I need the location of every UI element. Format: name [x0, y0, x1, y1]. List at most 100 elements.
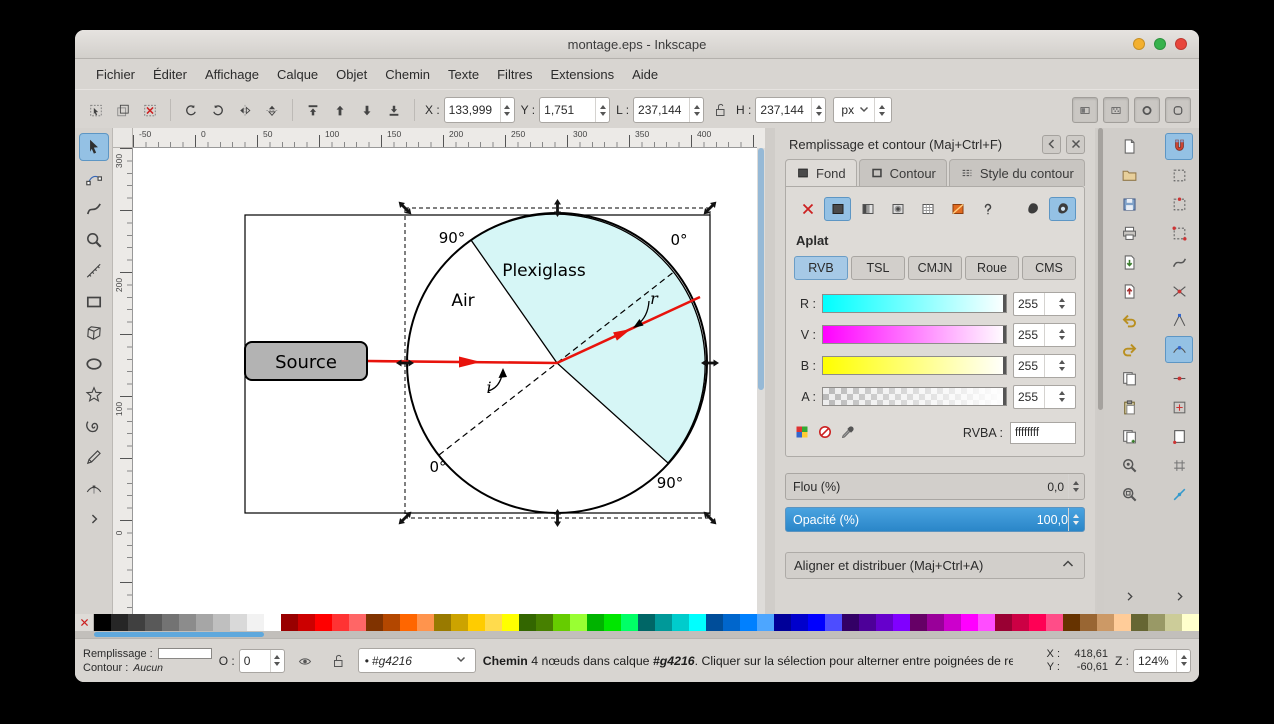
fill-rule-evenodd-button[interactable]: [1049, 197, 1076, 221]
scrollbar-thumb[interactable]: [758, 148, 764, 390]
color-mode-tsl[interactable]: TSL: [851, 256, 905, 280]
palette-swatch[interactable]: [723, 614, 740, 631]
color-mode-rvb[interactable]: RVB: [794, 256, 848, 280]
palette-swatch[interactable]: [162, 614, 179, 631]
color-picker-icon[interactable]: [840, 424, 856, 443]
menu-filtres[interactable]: Filtres: [488, 63, 541, 86]
measure-tool[interactable]: [79, 257, 109, 285]
layer-lock-button[interactable]: [325, 648, 351, 674]
pencil-tool[interactable]: [79, 443, 109, 471]
palette-swatch[interactable]: [587, 614, 604, 631]
menu-aide[interactable]: Aide: [623, 63, 667, 86]
unit-select[interactable]: px: [833, 97, 892, 123]
channel-slider-a[interactable]: [822, 387, 1007, 406]
snap-guides-button[interactable]: [1165, 481, 1193, 508]
opacity-slider[interactable]: Opacité (%) 100,0: [785, 507, 1085, 532]
flip-vertical-button[interactable]: [259, 97, 285, 123]
palette-swatch[interactable]: [264, 614, 281, 631]
palette-swatch[interactable]: [536, 614, 553, 631]
palette-swatch[interactable]: [791, 614, 808, 631]
palette-swatch[interactable]: [417, 614, 434, 631]
menu-extensions[interactable]: Extensions: [542, 63, 624, 86]
flip-horizontal-button[interactable]: [232, 97, 258, 123]
palette-swatch[interactable]: [689, 614, 706, 631]
layer-select[interactable]: • #g4216: [358, 648, 476, 673]
minimize-button[interactable]: [1133, 38, 1145, 50]
height-input[interactable]: 237,144: [755, 97, 826, 123]
channel-value-v[interactable]: 255: [1013, 323, 1076, 347]
palette-swatch[interactable]: [1148, 614, 1165, 631]
selector-tool[interactable]: [79, 133, 109, 161]
tweak-tool[interactable]: [79, 195, 109, 223]
color-mode-roue[interactable]: Roue: [965, 256, 1019, 280]
menu-affichage[interactable]: Affichage: [196, 63, 268, 86]
tab-style-du-contour[interactable]: Style du contour: [949, 159, 1085, 186]
palette-swatch[interactable]: [621, 614, 638, 631]
zoom-spinner[interactable]: [1176, 650, 1190, 672]
color-mode-cmjn[interactable]: CMJN: [908, 256, 962, 280]
fill-stroke-indicator[interactable]: Remplissage : Contour : Aucun: [83, 648, 212, 674]
palette-none-button[interactable]: [75, 614, 94, 631]
redo-button[interactable]: [1115, 336, 1143, 363]
color-mode-cms[interactable]: CMS: [1022, 256, 1076, 280]
zoom-page-button[interactable]: [1115, 481, 1143, 508]
slider-cursor[interactable]: [1003, 326, 1006, 343]
palette-swatch[interactable]: [145, 614, 162, 631]
radial-gradient-button[interactable]: [884, 197, 911, 221]
toolbox-more-button[interactable]: [79, 505, 109, 533]
palette-swatch[interactable]: [1063, 614, 1080, 631]
print-document-button[interactable]: [1115, 220, 1143, 247]
canvas[interactable]: Source Plexiglass Air 90° 0° 0° 90° i r: [133, 148, 757, 614]
palette-swatch[interactable]: [485, 614, 502, 631]
channel-slider-r[interactable]: [822, 294, 1007, 313]
undo-button[interactable]: [1115, 307, 1143, 334]
palette-swatch[interactable]: [230, 614, 247, 631]
titlebar[interactable]: montage.eps - Inkscape: [75, 30, 1199, 59]
layer-visibility-button[interactable]: [292, 648, 318, 674]
ellipse-tool[interactable]: [79, 350, 109, 378]
palette-swatch[interactable]: [247, 614, 264, 631]
palette-swatch[interactable]: [961, 614, 978, 631]
spiral-tool[interactable]: [79, 412, 109, 440]
palette-swatch[interactable]: [978, 614, 995, 631]
palette-swatch[interactable]: [740, 614, 757, 631]
zoom-button[interactable]: [1154, 38, 1166, 50]
dock-detach-button[interactable]: [1042, 135, 1061, 154]
palette-swatch[interactable]: [1012, 614, 1029, 631]
select-same-button[interactable]: [110, 97, 136, 123]
palette-swatch[interactable]: [774, 614, 791, 631]
palette-swatch[interactable]: [927, 614, 944, 631]
source-box[interactable]: Source: [245, 342, 367, 380]
snap-bbox-edges-button[interactable]: [1165, 191, 1193, 218]
slider-cursor[interactable]: [1003, 357, 1006, 374]
swatch-button[interactable]: [944, 197, 971, 221]
rotate-cw-button[interactable]: [205, 97, 231, 123]
snap-bbox-button[interactable]: [1165, 162, 1193, 189]
raise-to-top-button[interactable]: [300, 97, 326, 123]
save-document-button[interactable]: [1115, 191, 1143, 218]
blur-spinner[interactable]: [1068, 474, 1082, 499]
ruler-corner[interactable]: [113, 128, 133, 148]
snap-nodes-button[interactable]: [1165, 249, 1193, 276]
palette-swatch[interactable]: [944, 614, 961, 631]
palette-swatch[interactable]: [366, 614, 383, 631]
palette-swatch[interactable]: [1046, 614, 1063, 631]
channel-value-b[interactable]: 255: [1013, 354, 1076, 378]
palette-swatch[interactable]: [842, 614, 859, 631]
tab-contour[interactable]: Contour: [859, 159, 947, 186]
duplicate-button[interactable]: [1115, 423, 1143, 450]
palette-swatch[interactable]: [570, 614, 587, 631]
horizontal-ruler[interactable]: -50050100150200250300350400: [133, 128, 757, 148]
palette-swatch[interactable]: [876, 614, 893, 631]
palette-swatch[interactable]: [808, 614, 825, 631]
blur-row[interactable]: Flou (%) 0,0: [785, 473, 1085, 500]
selection-handle[interactable]: [396, 199, 414, 217]
opacity-spinner[interactable]: [1068, 508, 1082, 531]
out-of-gamut-icon[interactable]: [817, 424, 833, 443]
object-opacity-input[interactable]: 0: [239, 649, 285, 673]
star-tool[interactable]: [79, 381, 109, 409]
height-spinner[interactable]: [811, 98, 825, 122]
palette-swatch[interactable]: [315, 614, 332, 631]
snap-midpoints-button[interactable]: [1165, 365, 1193, 392]
palette-swatch[interactable]: [332, 614, 349, 631]
